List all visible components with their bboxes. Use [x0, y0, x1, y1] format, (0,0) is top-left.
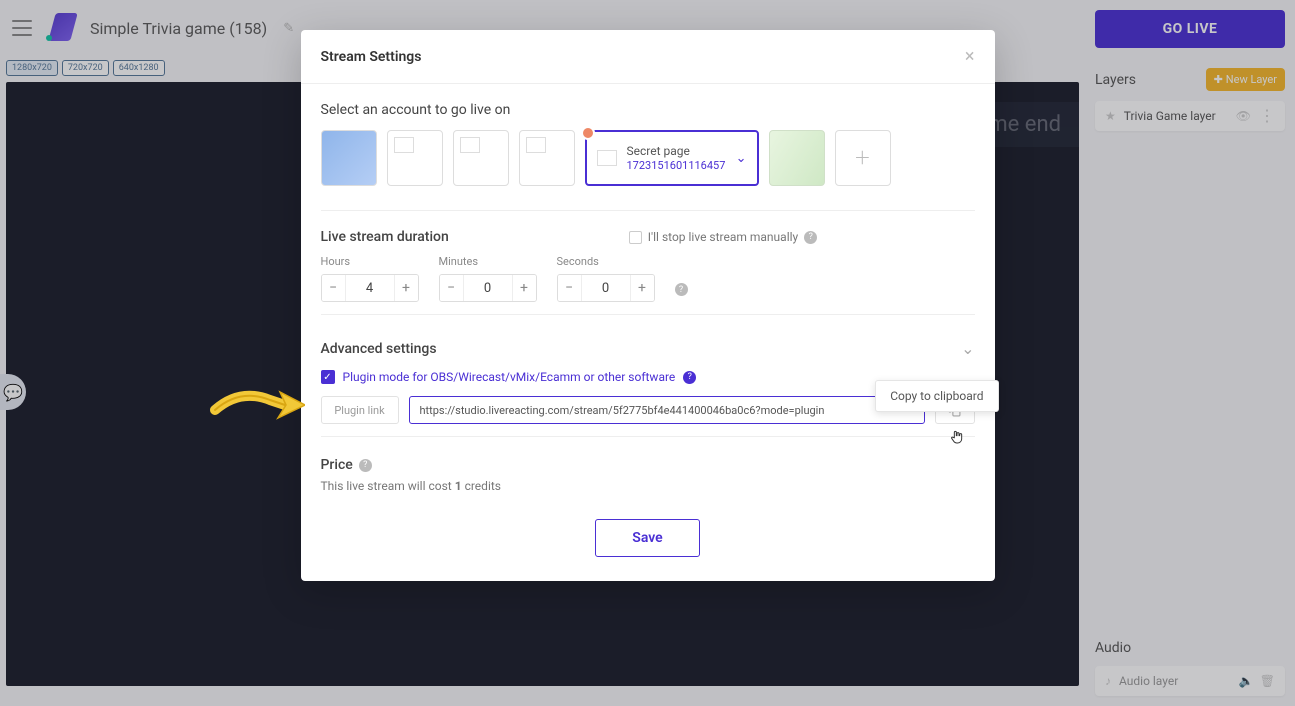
account-option[interactable] [321, 130, 377, 186]
minutes-label: Minutes [439, 255, 537, 268]
minutes-input[interactable] [464, 275, 512, 301]
decrement-button[interactable]: − [558, 275, 582, 301]
stream-settings-modal: Stream Settings × Select an account to g… [301, 30, 995, 581]
price-text-before: This live stream will cost [321, 479, 455, 493]
manual-stop-checkbox[interactable] [629, 231, 642, 244]
help-icon[interactable]: ? [804, 231, 817, 244]
account-option[interactable] [453, 130, 509, 186]
account-name: Secret page [627, 144, 726, 159]
increment-button[interactable]: + [512, 275, 536, 301]
notification-badge [581, 126, 595, 140]
decrement-button[interactable]: − [440, 275, 464, 301]
seconds-stepper: − + [557, 274, 655, 302]
plugin-link-input[interactable] [409, 396, 925, 424]
help-icon[interactable]: ? [683, 371, 696, 384]
close-icon[interactable]: × [965, 46, 975, 67]
account-thumb [597, 150, 617, 166]
hours-input[interactable] [346, 275, 394, 301]
add-account-button[interactable]: + [835, 130, 891, 186]
advanced-title: Advanced settings [321, 341, 437, 357]
account-id: 1723151601116457 [627, 159, 726, 173]
accounts-label: Select an account to go live on [321, 102, 975, 118]
manual-stop-label: I'll stop live stream manually [648, 230, 798, 244]
price-cost: 1 [455, 479, 462, 493]
plugin-mode-checkbox[interactable]: ✓ [321, 370, 335, 384]
plugin-link-label: Plugin link [321, 396, 399, 424]
seconds-label: Seconds [557, 255, 655, 268]
account-option[interactable] [519, 130, 575, 186]
increment-button[interactable]: + [394, 275, 418, 301]
help-icon[interactable]: ? [675, 283, 688, 296]
divider [321, 210, 975, 211]
price-text: This live stream will cost 1 credits [321, 479, 975, 493]
hours-label: Hours [321, 255, 419, 268]
seconds-input[interactable] [582, 275, 630, 301]
decrement-button[interactable]: − [322, 275, 346, 301]
divider [321, 314, 975, 315]
chevron-down-icon[interactable]: ⌄ [961, 339, 974, 358]
account-selected[interactable]: Secret page 1723151601116457 ⌄ [585, 130, 759, 186]
account-option[interactable] [769, 130, 825, 186]
modal-title: Stream Settings [321, 49, 422, 65]
increment-button[interactable]: + [630, 275, 654, 301]
copy-tooltip: Copy to clipboard [875, 380, 998, 412]
price-text-after: credits [462, 479, 501, 493]
price-title: Price [321, 457, 353, 473]
help-icon[interactable]: ? [359, 459, 372, 472]
plugin-mode-label: Plugin mode for OBS/Wirecast/vMix/Ecamm … [343, 370, 676, 384]
modal-overlay: Stream Settings × Select an account to g… [0, 0, 1295, 706]
hours-stepper: − + [321, 274, 419, 302]
chevron-down-icon[interactable]: ⌄ [736, 151, 747, 166]
divider [321, 436, 975, 437]
duration-title: Live stream duration [321, 229, 449, 245]
account-option[interactable] [387, 130, 443, 186]
save-button[interactable]: Save [595, 519, 699, 557]
minutes-stepper: − + [439, 274, 537, 302]
